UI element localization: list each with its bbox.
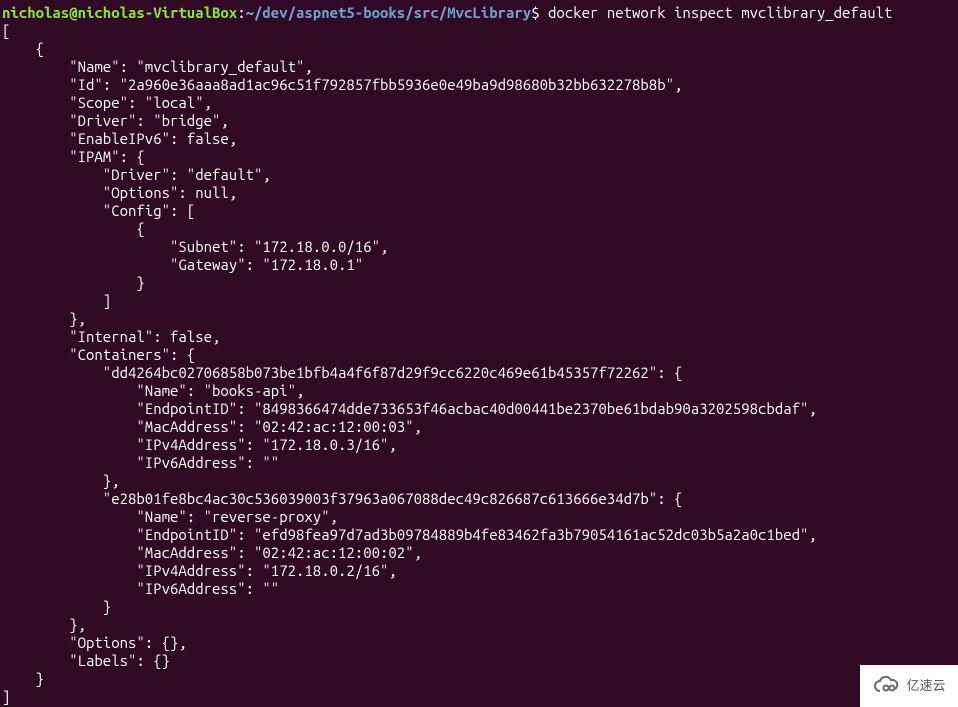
prompt-line: nicholas@nicholas-VirtualBox:~/dev/aspne… xyxy=(2,4,958,22)
prompt-cwd: ~/dev/aspnet5-books/src/MvcLibrary xyxy=(246,4,532,21)
terminal-window[interactable]: nicholas@nicholas-VirtualBox:~/dev/aspne… xyxy=(0,0,958,707)
cloud-icon xyxy=(872,676,902,696)
watermark-badge: 亿速云 xyxy=(860,665,958,707)
prompt-user-host: nicholas@nicholas-VirtualBox xyxy=(2,4,237,21)
watermark-text: 亿速云 xyxy=(906,677,945,695)
prompt-separator-colon: : xyxy=(237,4,245,21)
prompt-separator-dollar: $ xyxy=(531,4,548,21)
command-output: [ { "Name": "mvclibrary_default", "Id": … xyxy=(2,22,958,706)
command-text: docker network inspect mvclibrary_defaul… xyxy=(548,4,892,21)
